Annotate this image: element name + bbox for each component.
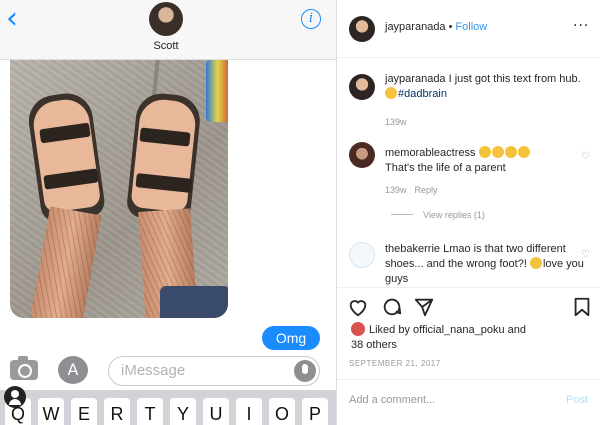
emoji-icon xyxy=(504,146,517,158)
imessage-input[interactable]: iMessage xyxy=(108,356,320,386)
post-header: jayparanada • Follow ··· xyxy=(337,0,600,58)
key-r[interactable]: R xyxy=(104,398,130,425)
likes-summary: Liked by official_nana_poku and 38 other… xyxy=(351,322,587,353)
comment-avatar[interactable] xyxy=(349,142,375,168)
likes-prefix: Liked by xyxy=(369,324,410,336)
post-button[interactable]: Post xyxy=(566,394,588,406)
author-username[interactable]: jayparanada xyxy=(385,21,446,33)
view-replies-label: View replies (1) xyxy=(423,210,485,220)
add-comment-bar: Add a comment... Post xyxy=(337,379,600,419)
comment-time: 139w xyxy=(385,185,407,195)
caption-username[interactable]: jayparanada xyxy=(385,73,446,85)
share-icon[interactable] xyxy=(413,296,435,318)
key-p[interactable]: P xyxy=(302,398,328,425)
key-i[interactable]: I xyxy=(236,398,262,425)
back-chevron-icon[interactable]: ‹ xyxy=(6,4,28,34)
instagram-panel: jayparanada • Follow ··· jayparanada I jus… xyxy=(337,0,600,425)
contact-avatar[interactable] xyxy=(149,2,183,36)
imessage-header: ‹ Scott i xyxy=(0,0,336,60)
photo-message[interactable] xyxy=(10,60,228,318)
view-replies-link[interactable]: View replies (1) xyxy=(391,210,485,220)
emoji-icon xyxy=(529,257,542,269)
like-comment-icon[interactable]: ♡ xyxy=(581,250,591,260)
emoji-icon xyxy=(517,146,530,158)
comment-username[interactable]: memorableactress xyxy=(385,147,475,159)
emoji-icon xyxy=(478,146,491,158)
post-author: jayparanada • Follow xyxy=(385,21,487,33)
emoji-icon xyxy=(491,146,504,158)
sent-message-bubble[interactable]: Omg xyxy=(262,326,320,350)
avatar[interactable] xyxy=(349,16,375,42)
caption-avatar[interactable] xyxy=(349,74,375,100)
comment-icon[interactable] xyxy=(381,296,403,318)
like-comment-icon[interactable]: ♡ xyxy=(581,152,591,162)
photo-can xyxy=(206,60,228,122)
likes-others[interactable]: 38 others xyxy=(351,339,397,351)
follow-button[interactable]: Follow xyxy=(455,21,487,33)
key-u[interactable]: U xyxy=(203,398,229,425)
liker-username[interactable]: official_nana_poku xyxy=(413,324,505,336)
reply-button[interactable]: Reply xyxy=(415,185,438,195)
caption-time: 139w xyxy=(385,117,407,127)
emoji-icon xyxy=(385,87,397,99)
heart-icon[interactable] xyxy=(347,296,369,318)
hashtag-link[interactable]: #dadbrain xyxy=(398,88,447,100)
microphone-icon[interactable] xyxy=(294,360,316,382)
liker-avatar xyxy=(351,322,365,336)
app-store-icon[interactable]: A xyxy=(58,356,88,384)
caption-text: I just got this text from hub. xyxy=(448,73,581,85)
foot-right xyxy=(130,97,198,213)
add-comment-input[interactable]: Add a comment... xyxy=(349,394,435,406)
comment-meta: 139w Reply xyxy=(385,185,438,195)
info-icon[interactable]: i xyxy=(301,9,321,29)
comment: memorableactress That's the life of a pa… xyxy=(385,146,591,176)
keyboard: Q W E R T Y U I O P xyxy=(0,390,336,425)
post-date: SEPTEMBER 21, 2017 xyxy=(349,359,441,368)
camera-icon[interactable] xyxy=(10,356,38,380)
photo-shorts xyxy=(160,286,228,318)
key-e[interactable]: E xyxy=(71,398,97,425)
separator-dot: • xyxy=(448,21,453,33)
comment-text: That's the life of a parent xyxy=(385,162,506,174)
caption: jayparanada I just got this text from hu… xyxy=(385,72,591,102)
compose-bar: A iMessage xyxy=(0,352,336,390)
comment: thebakerrie Lmao is that two different s… xyxy=(385,242,591,287)
key-o[interactable]: O xyxy=(269,398,295,425)
person-icon xyxy=(4,386,26,408)
likes-and: and xyxy=(507,324,527,336)
key-w[interactable]: W xyxy=(38,398,64,425)
imessage-panel: ‹ Scott i Omg A iMessage Q W E R T Y U I… xyxy=(0,0,336,425)
key-t[interactable]: T xyxy=(137,398,163,425)
comment-username[interactable]: thebakerrie xyxy=(385,243,440,255)
post-actions: Liked by official_nana_poku and 38 other… xyxy=(337,287,600,425)
replies-line xyxy=(391,214,413,215)
contact-name[interactable]: Scott xyxy=(130,40,202,52)
comment-avatar[interactable] xyxy=(349,242,375,268)
more-options-icon[interactable]: ··· xyxy=(573,18,589,34)
screenshot-composite: ‹ Scott i Omg A iMessage Q W E R T Y U I… xyxy=(0,0,600,425)
bookmark-icon[interactable] xyxy=(571,296,593,318)
key-y[interactable]: Y xyxy=(170,398,196,425)
